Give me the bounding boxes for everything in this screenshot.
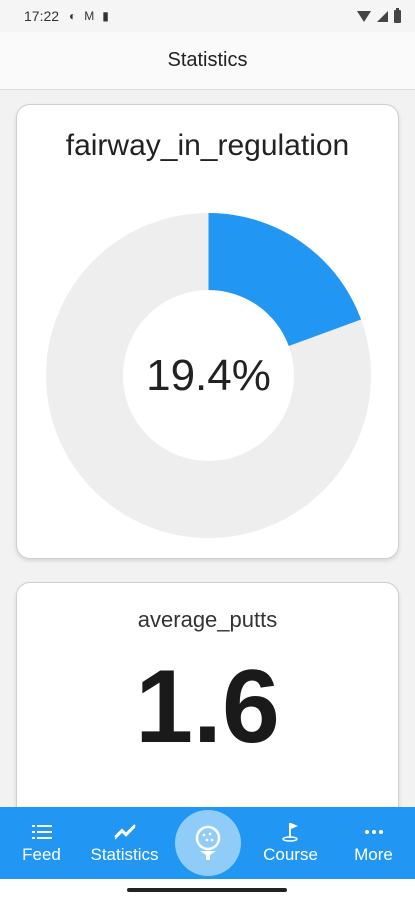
fairway-stat-card: fairway_in_regulation 19.4% bbox=[16, 104, 399, 559]
nav-item-statistics[interactable]: Statistics bbox=[83, 807, 166, 879]
nav-label: Statistics bbox=[90, 844, 159, 864]
trend-icon bbox=[113, 822, 136, 842]
golf-flag-icon bbox=[281, 822, 300, 842]
status-time: 17:22 bbox=[24, 8, 60, 24]
list-icon bbox=[31, 822, 52, 842]
nav-item-course[interactable]: Course bbox=[249, 807, 332, 879]
nav-label: Course bbox=[263, 844, 318, 864]
stat-card-title: average_putts bbox=[137, 607, 278, 632]
gesture-handle[interactable] bbox=[127, 888, 287, 892]
golf-ball-tee-icon bbox=[195, 825, 220, 860]
wifi-icon bbox=[357, 10, 371, 22]
stat-value: 1.6 bbox=[135, 649, 280, 765]
app-bar: Statistics bbox=[0, 32, 415, 90]
nav-item-feed[interactable]: Feed bbox=[0, 807, 83, 879]
nav-item-play[interactable] bbox=[166, 807, 249, 879]
nav-item-more[interactable]: More bbox=[332, 807, 415, 879]
play-round-button[interactable] bbox=[174, 810, 241, 876]
page-title: Statistics bbox=[167, 49, 248, 71]
bottom-navigation: Feed Statistics Course More bbox=[0, 807, 415, 879]
gesture-area bbox=[0, 879, 415, 900]
average-putts-card: average_putts 1.6 bbox=[16, 582, 399, 822]
donut-chart: 19.4% bbox=[46, 213, 371, 538]
status-bar: 17:22 ◐ M ▮ bbox=[0, 0, 415, 32]
stat-card-title: fairway_in_regulation bbox=[65, 129, 350, 162]
cellular-signal-icon bbox=[377, 10, 388, 22]
more-dots-icon bbox=[364, 822, 384, 842]
nav-label: Feed bbox=[22, 844, 61, 864]
donut-percentage: 19.4% bbox=[146, 350, 271, 400]
notification-icon: ▮ bbox=[102, 9, 109, 23]
nav-label: More bbox=[354, 844, 393, 864]
notification-app-icon: ◐ bbox=[69, 9, 77, 23]
gmail-icon: M bbox=[84, 9, 95, 23]
battery-icon bbox=[394, 7, 401, 23]
